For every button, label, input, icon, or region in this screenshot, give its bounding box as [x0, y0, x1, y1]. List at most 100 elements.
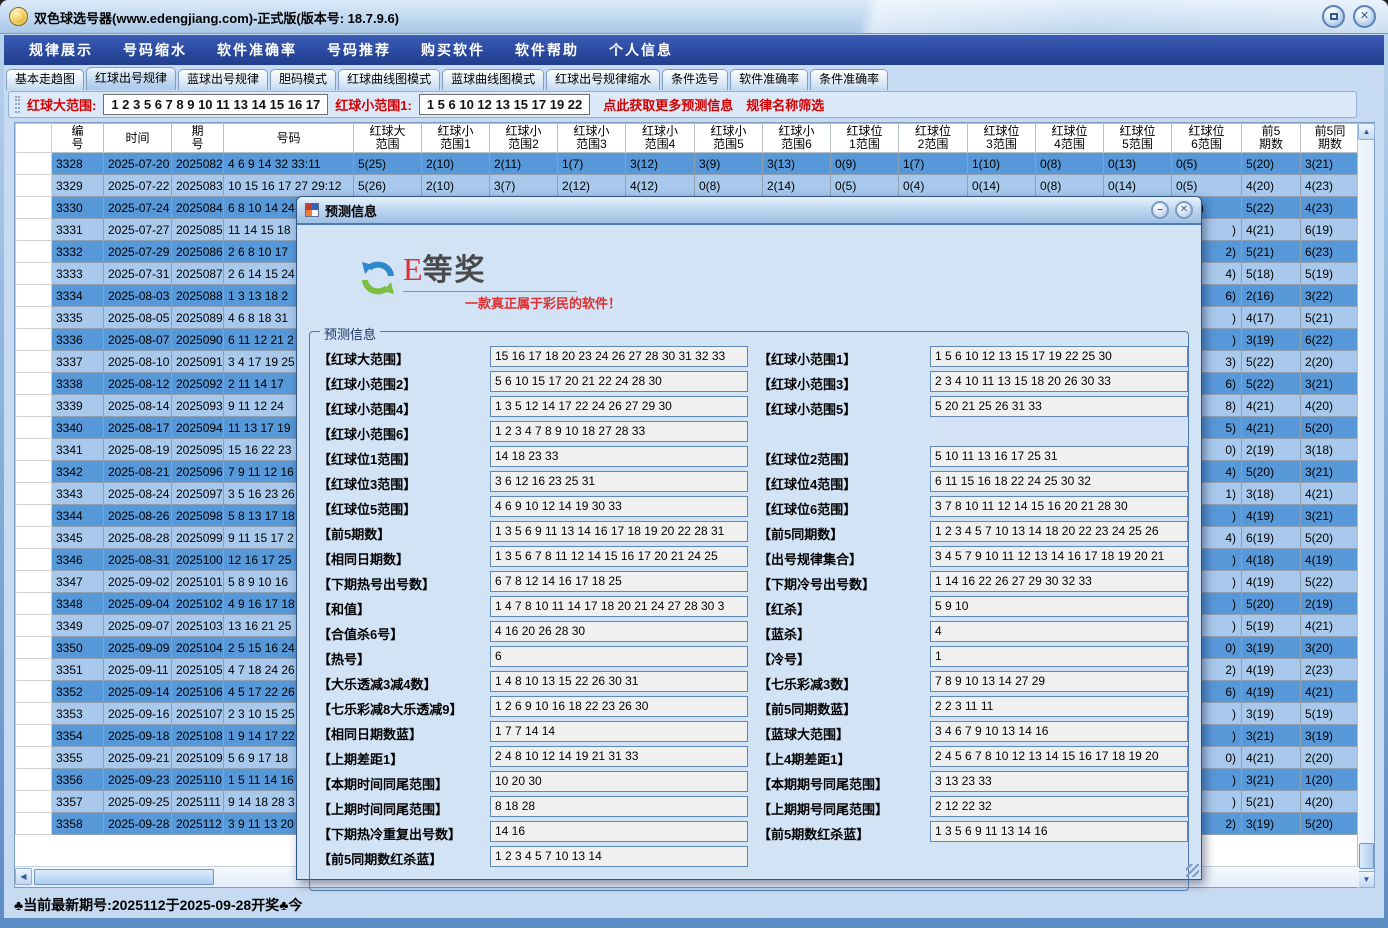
dialog-field-value[interactable]: 15 16 17 18 20 23 24 26 27 28 30 31 32 3… — [490, 346, 748, 367]
table-row-3329[interactable]: 33292025-07-22202508310 15 16 17 27 29:1… — [16, 175, 1360, 197]
column-header[interactable]: 号码 — [224, 124, 354, 153]
dialog-field-value[interactable]: 1 2 3 4 5 7 10 13 14 — [490, 846, 748, 867]
dialog-field-value[interactable]: 4 16 20 26 28 30 — [490, 621, 748, 642]
tab-4[interactable]: 胆码模式 — [270, 69, 336, 90]
more-predictions-link[interactable]: 点此获取更多预测信息 — [603, 95, 733, 114]
dialog-field-label: 【红杀】 — [758, 599, 930, 618]
filter-value-red-small-range1[interactable]: 1 5 6 10 12 13 15 17 19 22 — [419, 94, 590, 115]
dialog-field-value[interactable]: 3 4 6 7 9 10 13 14 16 — [930, 721, 1188, 742]
dialog-field-value[interactable]: 1 2 3 4 7 8 9 10 18 27 28 33 — [490, 421, 748, 442]
dialog-field-label: 【和值】 — [318, 599, 490, 618]
dialog-field-value[interactable]: 6 — [490, 646, 748, 667]
dialog-field-value[interactable]: 3 7 8 10 11 12 14 15 16 20 21 28 30 — [930, 496, 1188, 517]
dialog-field-value[interactable]: 1 4 7 8 10 11 14 17 18 20 21 24 27 28 30… — [490, 596, 748, 617]
dialog-field-value[interactable]: 5 9 10 — [930, 596, 1188, 617]
dialog-field-value[interactable]: 5 10 11 13 16 17 25 31 — [930, 446, 1188, 467]
tab-7[interactable]: 红球出号规律缩水 — [546, 69, 660, 90]
tab-2[interactable]: 红球出号规律 — [86, 67, 176, 90]
column-header[interactable]: 编 号 — [52, 124, 104, 153]
dialog-field-value[interactable]: 1 4 8 10 13 15 22 26 30 31 — [490, 671, 748, 692]
dialog-field-value[interactable]: 1 3 5 12 14 17 22 24 26 27 29 30 — [490, 396, 748, 417]
tab-6[interactable]: 蓝球曲线图模式 — [442, 69, 544, 90]
column-header[interactable]: 红球小 范围2 — [490, 124, 558, 153]
dialog-field-value[interactable]: 2 4 5 6 7 8 10 12 13 14 15 16 17 18 19 2… — [930, 746, 1188, 767]
tab-3[interactable]: 蓝球出号规律 — [178, 69, 268, 90]
tab-8[interactable]: 条件选号 — [662, 69, 728, 90]
column-header[interactable]: 红球小 范围1 — [422, 124, 490, 153]
dialog-field-value[interactable]: 10 20 30 — [490, 771, 748, 792]
toolbar-grip-icon[interactable] — [15, 96, 20, 113]
vertical-scrollbar[interactable]: ▲ ▼ — [1357, 123, 1374, 888]
column-header[interactable]: 红球位 5范围 — [1104, 124, 1172, 153]
column-header[interactable]: 前5 期数 — [1242, 124, 1301, 153]
menu-item-7[interactable]: 个人信息 — [594, 35, 688, 65]
column-header[interactable] — [16, 124, 52, 153]
column-header[interactable]: 红球小 范围4 — [626, 124, 695, 153]
dialog-field-value[interactable]: 5 6 10 15 17 20 21 22 24 28 30 — [490, 371, 748, 392]
maximize-button[interactable] — [1322, 5, 1345, 28]
menu-item-4[interactable]: 号码推荐 — [312, 35, 406, 65]
close-button[interactable]: ✕ — [1353, 5, 1376, 28]
column-header[interactable]: 红球小 范围3 — [558, 124, 626, 153]
column-header[interactable]: 红球位 3范围 — [968, 124, 1036, 153]
scroll-down-button[interactable]: ▼ — [1358, 871, 1375, 888]
dialog-field-value[interactable]: 1 3 5 6 9 11 13 14 16 17 18 19 20 22 28 … — [490, 521, 748, 542]
dialog-field-value[interactable]: 1 — [930, 646, 1188, 667]
dialog-field-value[interactable]: 1 7 7 14 14 — [490, 721, 748, 742]
scroll-up-button[interactable]: ▲ — [1358, 123, 1375, 140]
tab-5[interactable]: 红球曲线图模式 — [338, 69, 440, 90]
column-header[interactable]: 红球位 4范围 — [1036, 124, 1104, 153]
tab-1[interactable]: 基本走趋图 — [6, 69, 84, 90]
column-header[interactable]: 前5同 期数 — [1301, 124, 1360, 153]
column-header[interactable]: 红球位 1范围 — [831, 124, 899, 153]
horizontal-scroll-thumb[interactable] — [34, 869, 214, 885]
rule-name-filter-link[interactable]: 规律名称筛选 — [746, 95, 824, 114]
filter-value-red-big-range[interactable]: 1 2 3 5 6 7 8 9 10 11 13 14 15 16 17 — [103, 94, 328, 115]
dialog-field-value[interactable]: 1 14 16 22 26 27 29 30 32 33 — [930, 571, 1188, 592]
resize-grip-icon[interactable] — [1186, 864, 1199, 877]
dialog-minimize-button[interactable]: – — [1151, 201, 1169, 219]
dialog-close-button[interactable]: ✕ — [1175, 201, 1193, 219]
table-cell: 10 15 16 17 27 29:12 — [224, 175, 354, 197]
dialog-field-value[interactable]: 1 2 3 4 5 7 10 13 14 18 20 22 23 24 25 2… — [930, 521, 1188, 542]
menu-item-6[interactable]: 软件帮助 — [500, 35, 594, 65]
menu-item-1[interactable]: 规律展示 — [14, 35, 108, 65]
menu-item-3[interactable]: 软件准确率 — [202, 35, 312, 65]
tab-10[interactable]: 条件准确率 — [810, 69, 888, 90]
dialog-field-value[interactable]: 8 18 28 — [490, 796, 748, 817]
dialog-field-value[interactable]: 1 5 6 10 12 13 15 17 19 22 25 30 — [930, 346, 1188, 367]
dialog-field-value[interactable]: 2 2 3 11 11 — [930, 696, 1188, 717]
dialog-field-value[interactable]: 14 16 — [490, 821, 748, 842]
menu-item-2[interactable]: 号码缩水 — [108, 35, 202, 65]
menu-item-5[interactable]: 购买软件 — [406, 35, 500, 65]
dialog-field-value[interactable]: 1 3 5 6 7 8 11 12 14 15 16 17 20 21 24 2… — [490, 546, 748, 567]
dialog-field-value[interactable]: 14 18 23 33 — [490, 446, 748, 467]
dialog-field-value[interactable]: 7 8 9 10 13 14 27 29 — [930, 671, 1188, 692]
column-header[interactable]: 红球大 范围 — [354, 124, 422, 153]
dialog-field-value[interactable]: 2 12 22 32 — [930, 796, 1188, 817]
column-header[interactable]: 时间 — [104, 124, 172, 153]
dialog-field-value[interactable]: 3 4 5 7 9 10 11 12 13 14 16 17 18 19 20 … — [930, 546, 1188, 567]
dialog-field-value[interactable]: 2 4 8 10 12 14 19 21 31 33 — [490, 746, 748, 767]
column-header[interactable]: 红球小 范围5 — [695, 124, 763, 153]
dialog-field-value[interactable]: 4 — [930, 621, 1188, 642]
vertical-scroll-thumb[interactable] — [1359, 843, 1374, 869]
dialog-field-value[interactable]: 2 3 4 10 11 13 15 18 20 26 30 33 — [930, 371, 1188, 392]
dialog-field-value[interactable]: 1 2 6 9 10 16 18 22 23 26 30 — [490, 696, 748, 717]
dialog-field-value[interactable]: 4 6 9 10 12 14 19 30 33 — [490, 496, 748, 517]
tab-9[interactable]: 软件准确率 — [730, 69, 808, 90]
column-header[interactable]: 红球位 6范围 — [1172, 124, 1242, 153]
dialog-field-value[interactable]: 3 6 12 16 23 25 31 — [490, 471, 748, 492]
table-cell: 3346 — [52, 549, 104, 571]
column-header[interactable]: 红球小 范围6 — [763, 124, 831, 153]
dialog-field-value[interactable]: 6 11 15 16 18 22 24 25 30 32 — [930, 471, 1188, 492]
dialog-field-value[interactable]: 6 7 8 12 14 16 17 18 25 — [490, 571, 748, 592]
column-header[interactable]: 期 号 — [172, 124, 224, 153]
dialog-field-value[interactable]: 5 20 21 25 26 31 33 — [930, 396, 1188, 417]
scroll-left-button[interactable]: ◀ — [15, 868, 32, 885]
column-header[interactable]: 红球位 2范围 — [899, 124, 968, 153]
table-row-3328[interactable]: 33282025-07-2020250824 6 9 14 32 33:115(… — [16, 153, 1360, 175]
dialog-field-value[interactable]: 3 13 23 33 — [930, 771, 1188, 792]
groupbox-label: 预测信息 — [320, 324, 380, 343]
dialog-field-value[interactable]: 1 3 5 6 9 11 13 14 16 — [930, 821, 1188, 842]
